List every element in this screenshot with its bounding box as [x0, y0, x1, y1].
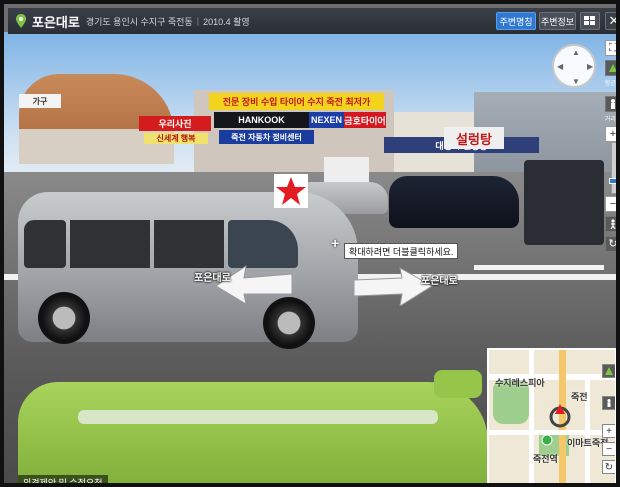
zoom-slider-handle[interactable] [609, 178, 616, 184]
kumho-sign: 금호타이어 [344, 112, 386, 128]
crosshair-icon: + [331, 235, 340, 251]
pan-up-icon[interactable]: ▲ [572, 49, 580, 57]
zoom-tooltip: 확대하려면 더블클릭하세요. [344, 243, 459, 259]
store-sign: 가구 [19, 94, 61, 108]
street-view-window: 가구 우리사진 신세계 행복 전문 장비 수입 타이어 수지 죽전 최저가 HA… [0, 0, 620, 487]
address: 경기도 용인시 수지구 죽전동 [85, 16, 193, 27]
subway-station-icon [541, 434, 553, 446]
camera-car-hood [18, 382, 488, 483]
map-label: 수지레스피아 [495, 378, 545, 388]
zoom-out-button[interactable]: − [605, 196, 616, 212]
aerial-view-label: 항공뷰 [604, 81, 620, 87]
hankook-sign: HANKOOK [214, 112, 309, 128]
person-icon [611, 99, 615, 109]
grid-menu-button[interactable] [580, 12, 600, 30]
lane-marking [474, 265, 604, 270]
feedback-link[interactable]: 의견제안 및 수정요청 [18, 475, 108, 483]
view-direction-marker-icon [549, 404, 571, 428]
rotate-button[interactable]: ↻ [605, 236, 616, 252]
silver-van [18, 192, 358, 349]
road-label-right: 포은대로 [421, 276, 458, 287]
map-label: 죽전역 [533, 454, 558, 464]
seolleongtang-sign: 설렁탕 [444, 127, 504, 149]
minimap-zoom-in[interactable]: + [602, 424, 615, 438]
aerial-icon [605, 367, 613, 375]
minimap-zoom-out[interactable]: − [602, 442, 615, 456]
pan-right-icon[interactable]: ▶ [587, 63, 593, 71]
street-view-button[interactable] [605, 96, 616, 112]
zoom-slider[interactable] [609, 142, 616, 194]
capture-date: 2010.4 촬영 [203, 16, 250, 27]
side-mirror [434, 370, 482, 398]
walk-mode-button[interactable] [605, 216, 616, 232]
repair-center-sign: 죽전 자동차 정비센터 [219, 130, 314, 144]
separator: | [196, 16, 200, 26]
compass-control[interactable]: ▲ ▼ ◀ ▶ [552, 44, 596, 88]
pan-left-icon[interactable]: ◀ [557, 63, 563, 71]
title-bar: 포은대로 경기도 용인시 수지구 죽전동 | 2010.4 촬영 주변명칭 주변… [8, 8, 616, 34]
zoom-in-button[interactable]: + [605, 126, 616, 142]
pan-down-icon[interactable]: ▼ [572, 78, 580, 86]
walk-icon [610, 219, 616, 229]
aerial-icon [609, 64, 616, 72]
location-pin-icon [16, 14, 26, 28]
grid-icon [584, 16, 595, 25]
street-view-label: 거리뷰 [604, 117, 620, 123]
nearby-names-button[interactable]: 주변명칭 [496, 12, 536, 30]
close-button[interactable]: ✕ [605, 12, 616, 30]
tire-banner-sign: 전문 장비 수입 타이어 수지 죽전 최저가 [209, 93, 384, 110]
truck [524, 160, 604, 245]
dark-sedan [389, 176, 519, 228]
road-name: 포은대로 [32, 14, 80, 30]
nearby-info-button[interactable]: 주변정보 [539, 12, 576, 30]
star-marker [274, 174, 308, 208]
road-label-left: 포은대로 [194, 273, 231, 284]
minimap-streetview-button[interactable] [602, 396, 615, 410]
map-road [529, 350, 534, 483]
aerial-view-button[interactable] [605, 60, 616, 76]
minimap-refresh-button[interactable]: ↻ [602, 460, 615, 474]
photo-shop-sign: 우리사진 [139, 116, 211, 131]
fullscreen-button[interactable]: ⛶ [605, 40, 616, 56]
nexen-sign: NEXEN [309, 112, 344, 128]
person-icon [607, 399, 611, 407]
minimap-aerial-button[interactable] [602, 364, 615, 378]
photo-shop-subsign: 신세계 행복 [144, 133, 208, 144]
mini-map[interactable]: 수지레스피아 죽전 이마트죽전 죽전역 + − ↻ [487, 348, 616, 483]
